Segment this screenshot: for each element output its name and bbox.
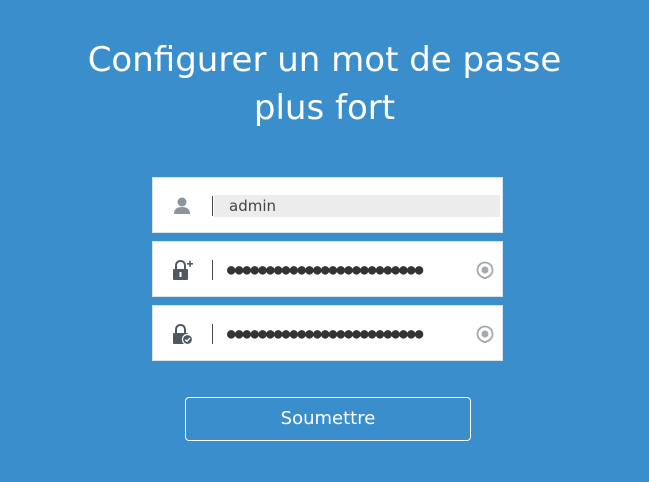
confirm-password-input[interactable]: ●●●●●●●●●●●●●●●●●●●●●●●●● (227, 321, 467, 347)
field-separator (212, 260, 213, 280)
username-input[interactable]: admin (214, 195, 500, 217)
new-password-input[interactable]: ●●●●●●●●●●●●●●●●●●●●●●●●● (227, 257, 467, 283)
page-title: Configurer un mot de passe plus fort (0, 36, 649, 132)
submit-button[interactable]: Soumettre (185, 397, 471, 441)
page-title-line-1: Configurer un mot de passe (87, 40, 562, 80)
field-separator (212, 324, 213, 344)
confirm-password-field[interactable]: ●●●●●●●●●●●●●●●●●●●●●●●●● (152, 305, 503, 361)
reveal-password-icon[interactable] (475, 260, 495, 280)
new-password-field[interactable]: ●●●●●●●●●●●●●●●●●●●●●●●●● (152, 241, 503, 297)
lock-check-icon (171, 323, 194, 346)
username-field[interactable]: admin (152, 177, 503, 233)
lock-plus-icon (171, 259, 193, 281)
field-separator (212, 196, 213, 216)
page-title-line-2: plus fort (253, 88, 396, 128)
reveal-password-icon[interactable] (475, 324, 495, 344)
user-icon (171, 195, 193, 217)
